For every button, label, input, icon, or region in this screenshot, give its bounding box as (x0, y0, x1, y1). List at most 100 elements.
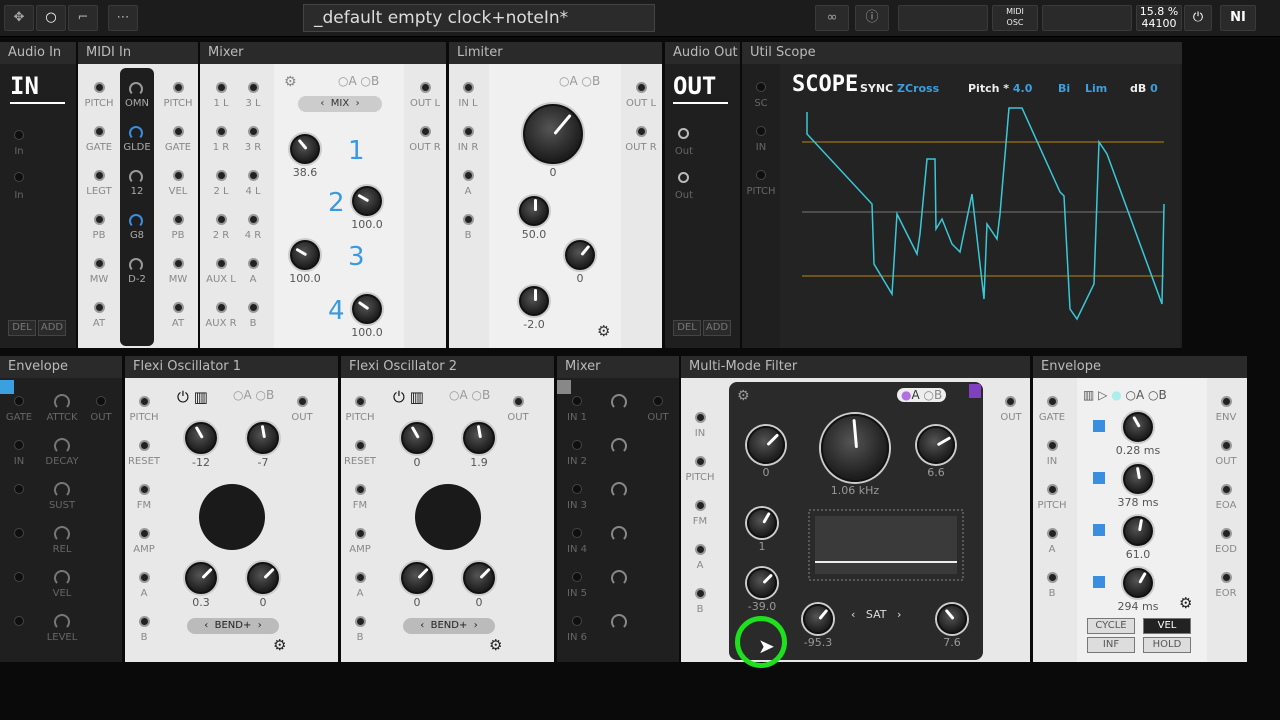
flexi2-k3-knob[interactable] (401, 562, 433, 594)
gear-icon[interactable]: ⚙ (284, 74, 297, 90)
ab-switch[interactable]: ○A ○B (449, 388, 490, 402)
env2-out-port-3[interactable] (1221, 528, 1232, 539)
limiter-k3-knob[interactable] (565, 240, 595, 270)
del-button[interactable]: DEL (8, 320, 36, 336)
flexi2-in-port-0[interactable] (355, 396, 366, 407)
cycle-button[interactable]: CYCLE (1087, 618, 1135, 634)
scope-port-0[interactable] (756, 82, 766, 92)
mmf-in-port-4[interactable] (695, 588, 706, 599)
mixer2-in-port-3[interactable] (572, 528, 582, 538)
mixer2-in-port-4[interactable] (572, 572, 582, 582)
flexi1-in-port-2[interactable] (139, 484, 150, 495)
mixer-left2-port-0[interactable] (248, 82, 259, 93)
add-button[interactable]: ADD (38, 320, 66, 336)
env-right-port-0[interactable] (96, 396, 106, 406)
env-knob-4[interactable] (54, 570, 70, 586)
vel-button[interactable]: VEL (1143, 618, 1191, 634)
env2-k3-knob[interactable] (1123, 516, 1153, 546)
env-knob-5[interactable] (54, 614, 70, 630)
midi-in-left-port-2[interactable] (94, 170, 105, 181)
mmf-in-port-1[interactable] (695, 456, 706, 467)
env-left-port-4[interactable] (14, 572, 24, 582)
ab-switch[interactable]: ○A ○B (559, 74, 600, 88)
mixer2-knob-5[interactable] (611, 614, 627, 630)
env2-shape-icon-2[interactable] (1093, 524, 1105, 536)
env2-out-port-0[interactable] (1221, 396, 1232, 407)
env-left-port-5[interactable] (14, 616, 24, 626)
flexi2-in-port-2[interactable] (355, 484, 366, 495)
flexi2-bend-selector[interactable]: ‹ BEND+ › (403, 618, 495, 634)
link-icon[interactable]: ∞ (815, 5, 849, 31)
midi-mid-icon-1[interactable] (129, 126, 143, 140)
bi-toggle[interactable]: Bi (1058, 82, 1070, 95)
pitch-label[interactable]: Pitch * 4.0 (968, 82, 1032, 95)
mmf-k6-knob[interactable] (803, 604, 833, 634)
flexi1-out-port[interactable] (297, 396, 308, 407)
env2-out-port-1[interactable] (1221, 440, 1232, 451)
mixer2-out-port[interactable] (653, 396, 663, 406)
env2-out-port-2[interactable] (1221, 484, 1232, 495)
volume-slider[interactable] (1042, 5, 1132, 31)
midi-mid-icon-0[interactable] (129, 82, 143, 96)
mmf-out-port[interactable] (1005, 396, 1016, 407)
limiter-k2-knob[interactable] (519, 196, 549, 226)
flexi2-in-port-3[interactable] (355, 528, 366, 539)
mmf-k7-knob[interactable] (937, 604, 967, 634)
midi-mid-icon-4[interactable] (129, 258, 143, 272)
midi-in-right-port-3[interactable] (173, 214, 184, 225)
mixer-left-port-4[interactable] (216, 258, 227, 269)
sync-label[interactable]: SYNC ZCross (860, 82, 939, 95)
db-label[interactable]: dB 0 (1130, 82, 1158, 95)
mixer2-in-port-1[interactable] (572, 440, 582, 450)
keyboard-icon[interactable]: ▥ ▷ ● ○A ○B (1083, 388, 1167, 402)
mixer-left-port-5[interactable] (216, 302, 227, 313)
env2-k2-knob[interactable] (1123, 464, 1153, 494)
env-left-port-1[interactable] (14, 440, 24, 450)
patch-title[interactable]: _default empty clock+noteIn* (303, 4, 655, 32)
mixer-left2-port-1[interactable] (248, 126, 259, 137)
out-port-2[interactable] (678, 172, 689, 183)
env-knob-3[interactable] (54, 526, 70, 542)
ab-switch[interactable]: ○A ○B (233, 388, 274, 402)
midi-in-left-port-3[interactable] (94, 214, 105, 225)
gear-icon[interactable]: ⚙ (597, 322, 610, 340)
power-icon[interactable]: ⏻ (1184, 5, 1212, 31)
in-port-1[interactable] (14, 130, 24, 140)
mixer2-in-port-0[interactable] (572, 396, 582, 406)
gear-icon[interactable]: ⚙ (489, 636, 502, 654)
flexi2-k2-knob[interactable] (463, 422, 495, 454)
flexi1-bend-selector[interactable]: ‹ BEND+ › (187, 618, 279, 634)
mmf-in-port-3[interactable] (695, 544, 706, 555)
flexi1-in-port-3[interactable] (139, 528, 150, 539)
mmf-k3-knob[interactable] (917, 426, 955, 464)
scope-port-1[interactable] (756, 126, 766, 136)
limiter-main-knob[interactable] (523, 104, 583, 164)
env-left-port-0[interactable] (14, 396, 24, 406)
select-icon[interactable]: ○ (36, 5, 66, 31)
flexi1-in-port-4[interactable] (139, 572, 150, 583)
mmf-in-port-2[interactable] (695, 500, 706, 511)
mixer2-in-port-2[interactable] (572, 484, 582, 494)
env2-in-port-0[interactable] (1047, 396, 1058, 407)
connect-icon[interactable]: ⋯ (108, 5, 138, 31)
filter-display[interactable] (805, 506, 967, 584)
info-icon[interactable]: ⓘ (855, 5, 889, 31)
in-port-2[interactable] (14, 172, 24, 182)
mixer-left2-port-3[interactable] (248, 214, 259, 225)
power-icon[interactable]: ⏻ ▥ (393, 388, 424, 406)
midi-mid-icon-3[interactable] (129, 214, 143, 228)
flexi1-in-port-0[interactable] (139, 396, 150, 407)
mixer-left2-port-4[interactable] (248, 258, 259, 269)
flexi2-k4-knob[interactable] (463, 562, 495, 594)
env2-out-port-4[interactable] (1221, 572, 1232, 583)
mixer-out-port-0[interactable] (420, 82, 431, 93)
flexi1-k2-knob[interactable] (247, 422, 279, 454)
env2-in-port-3[interactable] (1047, 528, 1058, 539)
env2-in-port-4[interactable] (1047, 572, 1058, 583)
env2-in-port-2[interactable] (1047, 484, 1058, 495)
midi-in-right-port-4[interactable] (173, 258, 184, 269)
mixer-ch4-knob[interactable] (352, 294, 382, 324)
mixer2-knob-3[interactable] (611, 526, 627, 542)
limiter-in-port-2[interactable] (463, 170, 474, 181)
midi-in-left-port-5[interactable] (94, 302, 105, 313)
